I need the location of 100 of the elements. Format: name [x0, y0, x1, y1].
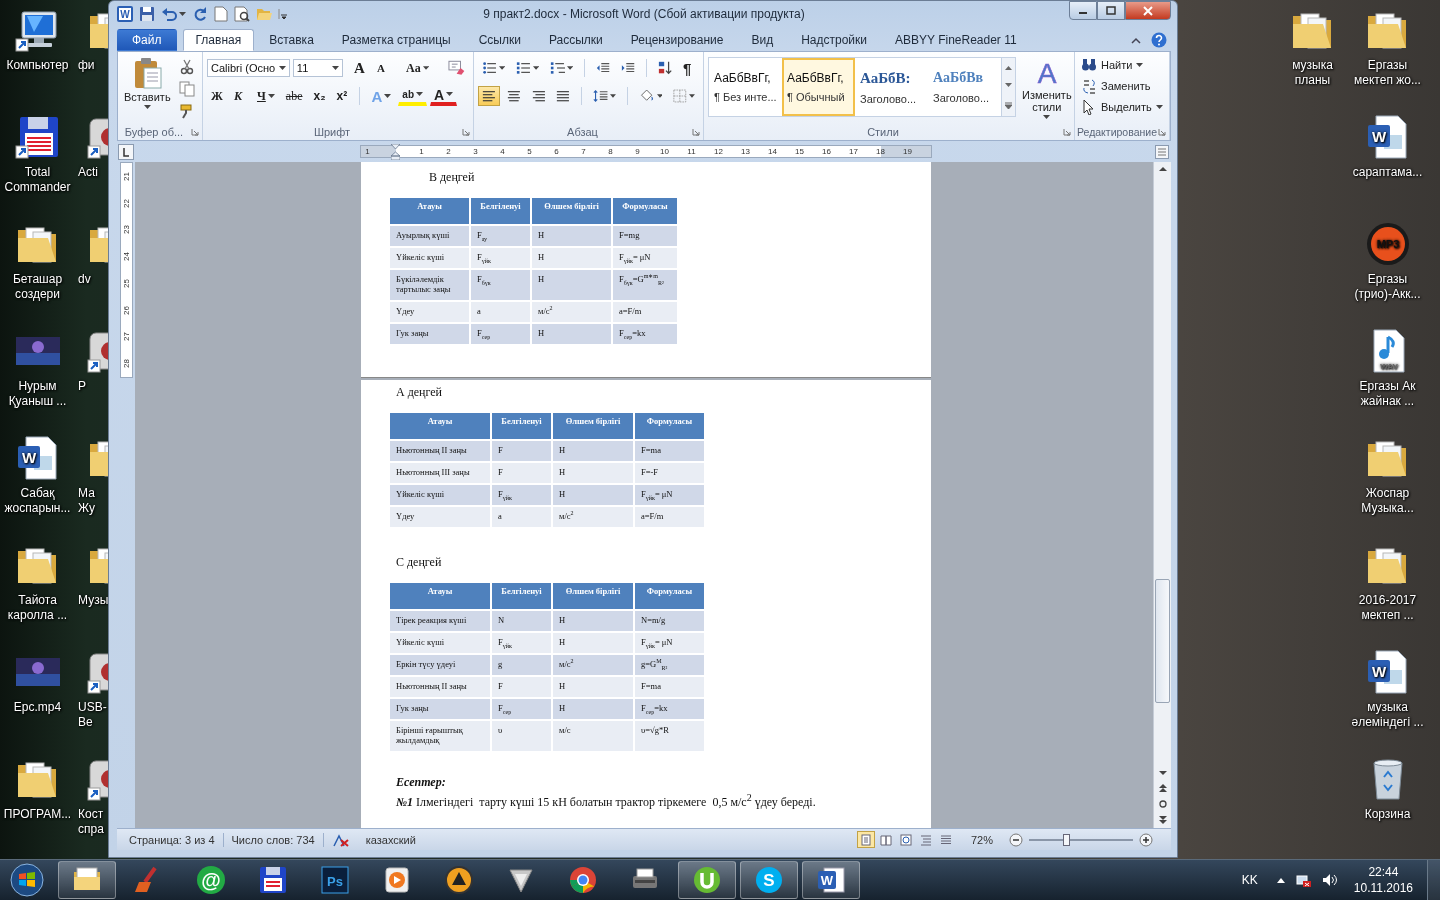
ribbon-tab[interactable]: Рецензирование — [617, 29, 737, 51]
find-button[interactable]: Найти — [1079, 56, 1165, 74]
strikethrough-button[interactable]: abe — [281, 86, 307, 106]
desktop-icon[interactable]: ПРОГРАМ... — [0, 755, 75, 862]
align-left-button[interactable] — [478, 86, 500, 106]
desktop-icon[interactable]: Компьютер — [0, 6, 75, 113]
change-case-button[interactable]: Aa — [402, 58, 433, 78]
replace-button[interactable]: Заменить — [1079, 77, 1165, 95]
redo-icon[interactable] — [192, 6, 208, 22]
page-count[interactable]: Страница: 3 из 4 — [121, 833, 223, 846]
select-button[interactable]: Выделить — [1079, 98, 1165, 116]
zoom-slider-thumb[interactable] — [1063, 833, 1071, 846]
style-tile[interactable]: АаБбВвГг, ¶ Обычный — [782, 58, 855, 116]
desktop-icon[interactable]: Корзина — [1350, 755, 1425, 862]
maximize-button[interactable] — [1097, 1, 1125, 20]
desktop-icon[interactable]: Total Commander — [0, 113, 75, 220]
desktop-icon[interactable]: W Сабақ жоспарын... — [0, 434, 75, 541]
desktop-icon[interactable]: Жоспар Музыка... — [1350, 434, 1425, 541]
taskbar-button[interactable]: Ps — [306, 861, 364, 899]
desktop-icon[interactable]: музыка планы — [1275, 6, 1350, 113]
skype-icon: S — [753, 864, 785, 896]
collapse-ribbon-icon[interactable] — [1131, 36, 1141, 44]
clock[interactable]: 22:44 10.11.2016 — [1347, 864, 1419, 896]
help-icon[interactable] — [1151, 32, 1167, 48]
ribbon-tab[interactable]: Рассылки — [535, 29, 616, 51]
taskbar-button[interactable] — [58, 861, 116, 899]
save-icon[interactable] — [139, 6, 155, 22]
superscript-button[interactable]: x² — [332, 86, 353, 106]
horizontal-ruler[interactable]: 1 1 2 3 4 5 6 7 8 9 10 11 12 13 14 15 16 17 18 19 — [360, 145, 932, 158]
ribbon-tab[interactable]: Вставка — [256, 29, 327, 51]
desktop-icon[interactable]: W сараптама... — [1350, 113, 1425, 220]
outline-icon — [919, 833, 932, 846]
sort-icon — [657, 60, 672, 76]
language-indicator[interactable]: казахский — [357, 833, 424, 846]
shrink-font-button[interactable]: A — [373, 58, 394, 78]
minimize-button[interactable] — [1069, 1, 1097, 20]
indent-marker-icon[interactable] — [391, 144, 400, 160]
ribbon-tab[interactable]: Надстройки — [788, 29, 881, 51]
font-name-field[interactable]: Calibri (Осно — [207, 59, 290, 77]
undo-icon[interactable] — [161, 6, 177, 22]
print-preview-icon[interactable] — [234, 6, 250, 22]
underline-button[interactable]: Ч — [253, 86, 279, 106]
header-cell: Өлшем бірлігі — [531, 197, 612, 225]
volume-icon[interactable] — [1321, 872, 1338, 888]
desktop-icon[interactable]: MP3 Ергазы (трио)-Акк... — [1350, 220, 1425, 327]
close-icon — [1143, 5, 1153, 16]
dialog-launcher-icon[interactable] — [462, 128, 470, 136]
caret-icon — [656, 93, 663, 99]
vertical-scrollbar[interactable] — [1153, 162, 1171, 828]
change-styles-button[interactable]: A Изменить стили — [1020, 55, 1074, 124]
desktop-icon[interactable]: 2016-2017 мектеп ... — [1350, 541, 1425, 648]
file-tab[interactable]: Файл — [117, 29, 177, 51]
ruler-number: 18 — [875, 146, 886, 157]
zoom-in-icon[interactable] — [1139, 832, 1153, 847]
dialog-launcher-icon[interactable] — [191, 128, 199, 136]
tab-selector-icon[interactable] — [118, 143, 134, 160]
show-desktop-button[interactable] — [1427, 860, 1440, 900]
ribbon-tab[interactable]: Разметка страницы — [328, 29, 464, 51]
clipboard-icon — [132, 57, 163, 89]
ribbon-tab[interactable]: Вид — [738, 29, 787, 51]
ruler-number: 1 — [418, 146, 425, 157]
scrollbar-thumb[interactable] — [1155, 579, 1170, 703]
grow-font-button[interactable]: A — [350, 58, 371, 78]
network-icon[interactable] — [1295, 872, 1312, 888]
ribbon-tab[interactable]: Главная — [182, 29, 255, 51]
desktop-icon[interactable]: Ергазы мектеп жо... — [1350, 6, 1425, 113]
desktop-icon[interactable]: Беташар создери — [0, 220, 75, 327]
vertical-ruler[interactable]: 21 22 23 24 25 26 27 28 — [117, 162, 135, 828]
show-hidden-icons-icon[interactable] — [1275, 876, 1286, 884]
font-size-field[interactable]: 11 — [292, 59, 344, 77]
dialog-launcher-icon[interactable] — [1063, 128, 1071, 136]
close-button[interactable] — [1125, 1, 1171, 20]
new-document-icon[interactable] — [214, 6, 228, 22]
desktop-icon[interactable]: Epc.mp4 — [0, 648, 75, 755]
zoom-level-text[interactable]: 72% — [970, 833, 993, 846]
ribbon-tab[interactable]: Ссылки — [465, 29, 534, 51]
dialog-launcher-icon[interactable] — [1158, 128, 1166, 136]
zoom-out-icon[interactable] — [1009, 832, 1023, 847]
italic-button[interactable]: К — [230, 86, 250, 106]
show-formatting-marks-button[interactable]: ¶ — [679, 58, 699, 78]
keyboard-language[interactable]: KK — [1241, 873, 1258, 887]
subscript-button[interactable]: x₂ — [309, 86, 330, 106]
customize-caret-icon[interactable] — [278, 6, 288, 22]
ruler-number: 21 — [121, 171, 131, 181]
bold-button[interactable]: Ж — [207, 86, 227, 106]
dialog-launcher-icon[interactable] — [692, 128, 700, 136]
desktop-icon[interactable]: WAV Ергазы Ак жайнак ... — [1350, 327, 1425, 434]
gallery-scrollbar[interactable] — [1001, 58, 1015, 116]
desktop-icon[interactable]: Тайота каролла ... — [0, 541, 75, 648]
word-count[interactable]: Число слов: 734 — [223, 833, 323, 846]
font-color-button[interactable]: A — [430, 86, 458, 106]
word-app-icon[interactable]: W — [117, 6, 133, 22]
taskbar-button[interactable] — [678, 861, 736, 899]
ribbon-tab[interactable]: ABBYY FineReader 11 — [882, 29, 1030, 51]
desktop-icon[interactable]: W музыка әлеміндегі ... — [1350, 648, 1425, 755]
table-cell: Ньютонның ІІ заңы — [389, 676, 491, 698]
desktop-icon[interactable]: Нурым Қуаныш ... — [0, 327, 75, 434]
taskbar-button[interactable]: W — [802, 861, 860, 899]
paste-button[interactable]: Вставить — [122, 55, 173, 124]
highlight-button[interactable]: ab — [398, 86, 427, 106]
